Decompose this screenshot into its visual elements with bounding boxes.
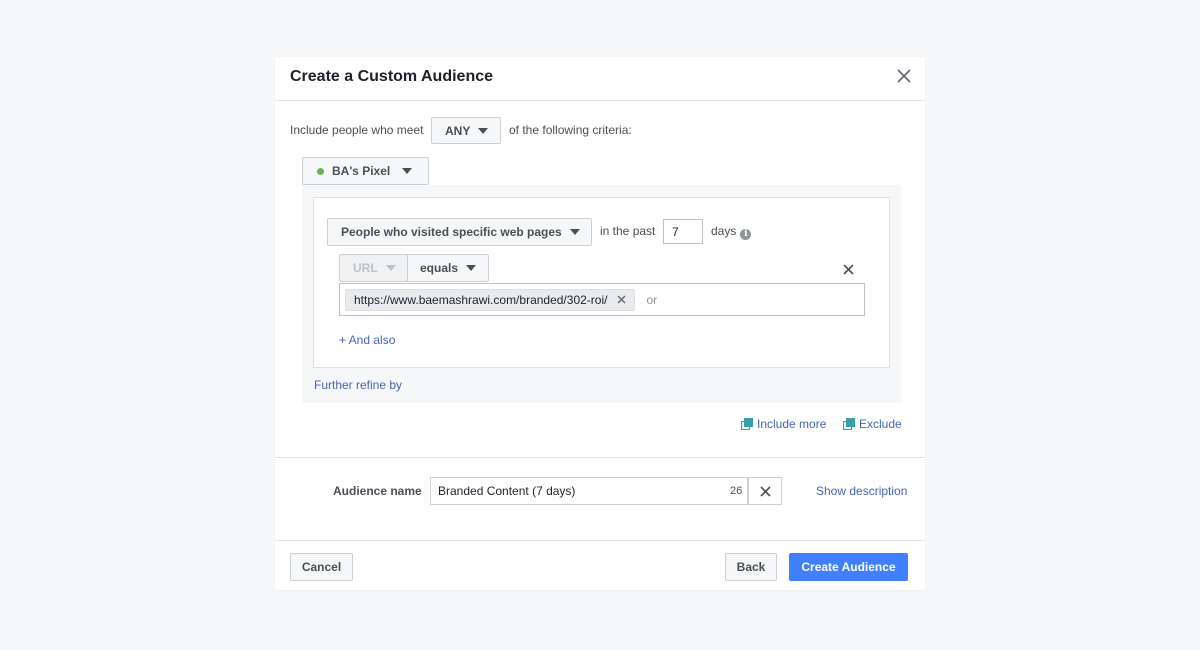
pixel-status-dot	[317, 167, 324, 175]
cancel-button[interactable]: Cancel	[290, 553, 353, 581]
url-field-dropdown[interactable]: URL	[339, 254, 408, 282]
pixel-dropdown[interactable]: BA's Pixel	[302, 157, 429, 185]
clear-icon	[759, 485, 771, 497]
url-values-input[interactable]: https://www.baemashrawi.com/branded/302-…	[339, 283, 865, 316]
chevron-down-icon	[385, 265, 396, 271]
event-type-value: People who visited specific web pages	[341, 225, 562, 239]
days-label: days i	[711, 224, 752, 240]
days-label-text: days	[711, 224, 737, 238]
include-more-link[interactable]: Include more	[741, 417, 826, 431]
include-more-label: Include more	[757, 417, 827, 431]
url-token-text: https://www.baemashrawi.com/branded/302-…	[354, 292, 608, 307]
operator-value: equals	[420, 261, 459, 275]
clear-name-button[interactable]	[748, 477, 782, 505]
include-more-icon	[741, 418, 753, 430]
back-button[interactable]: Back	[725, 553, 777, 581]
close-icon[interactable]	[895, 67, 913, 85]
show-description-link[interactable]: Show description	[816, 484, 907, 498]
create-custom-audience-dialog: Create a Custom Audience Include people …	[275, 57, 925, 590]
and-also-link[interactable]: + And also	[339, 333, 395, 347]
footer-divider	[275, 540, 925, 541]
exclude-label: Exclude	[859, 417, 902, 431]
or-label: or	[646, 292, 658, 307]
url-field-value: URL	[353, 261, 378, 275]
audience-name-label: Audience name	[333, 484, 422, 498]
audience-name-value: Branded Content (7 days)	[438, 484, 576, 498]
chevron-down-icon	[466, 265, 477, 271]
chevron-down-icon	[402, 168, 413, 174]
chevron-down-icon	[569, 229, 580, 235]
remove-rule-icon[interactable]	[842, 263, 855, 276]
criteria-suffix: of the following criteria:	[509, 123, 632, 137]
days-value: 7	[672, 224, 679, 239]
operator-dropdown[interactable]: equals	[407, 254, 489, 282]
url-token: https://www.baemashrawi.com/branded/302-…	[345, 288, 636, 311]
exclude-icon	[843, 418, 855, 430]
event-type-dropdown[interactable]: People who visited specific web pages	[327, 218, 592, 246]
section-divider	[275, 457, 925, 458]
dialog-header: Create a Custom Audience	[275, 57, 925, 101]
match-type-value: ANY	[445, 123, 471, 138]
match-type-dropdown[interactable]: ANY	[431, 117, 501, 144]
audience-name-input[interactable]: Branded Content (7 days)	[430, 477, 748, 505]
create-audience-button[interactable]: Create Audience	[789, 553, 908, 581]
days-input[interactable]: 7	[663, 219, 703, 244]
further-refine-link[interactable]: Further refine by	[314, 378, 402, 392]
chevron-down-icon	[478, 127, 489, 134]
dialog-title: Create a Custom Audience	[290, 68, 494, 85]
in-the-past-label: in the past	[600, 224, 656, 238]
criteria-prefix: Include people who meet	[290, 123, 424, 137]
remove-token-icon[interactable]	[617, 295, 626, 304]
exclude-link[interactable]: Exclude	[843, 417, 902, 431]
pixel-name: BA's Pixel	[332, 164, 391, 178]
info-icon[interactable]: i	[740, 228, 752, 240]
char-count: 26	[730, 485, 743, 497]
